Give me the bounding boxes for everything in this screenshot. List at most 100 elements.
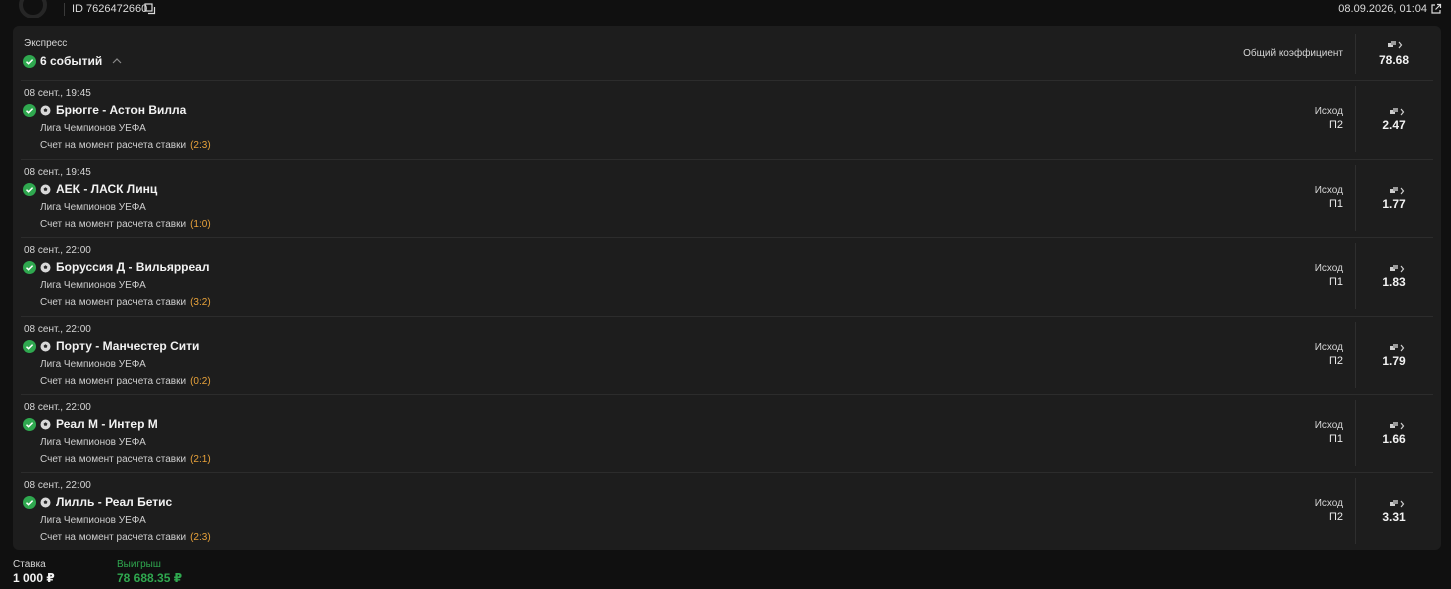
score-label: Счет на момент расчета ставки bbox=[40, 297, 187, 308]
score-label: Счет на момент расчета ставки bbox=[40, 454, 187, 465]
divider bbox=[21, 80, 1433, 81]
external-link-icon[interactable] bbox=[1430, 3, 1442, 15]
soccer-ball-icon bbox=[40, 497, 51, 507]
check-circle-icon bbox=[23, 339, 36, 353]
score-value: (0:2) bbox=[190, 376, 211, 387]
event-score: Счет на момент расчета ставки (2:1) bbox=[40, 454, 211, 465]
event-league: Лига Чемпионов УЕФА bbox=[40, 280, 146, 291]
outcome-value: П2 bbox=[1328, 355, 1343, 367]
coefficient-icon bbox=[1390, 187, 1405, 195]
event-row: 08 сент., 22:00 Лилль - Реал Бетис Лига … bbox=[13, 472, 1441, 550]
check-circle-icon bbox=[23, 54, 36, 68]
score-value: (2:3) bbox=[190, 532, 211, 543]
outcome-value: П2 bbox=[1328, 119, 1343, 131]
stake-value: 1 000 ₽ bbox=[13, 571, 55, 585]
chevron-up-icon[interactable] bbox=[112, 57, 122, 65]
event-match: АЕК - ЛАСК Линц bbox=[23, 181, 157, 197]
event-time: 08 сент., 22:00 bbox=[24, 324, 91, 335]
event-teams[interactable]: Боруссия Д - Вильярреал bbox=[56, 260, 209, 274]
event-score: Счет на момент расчета ставки (1:0) bbox=[40, 219, 211, 230]
coefficient-icon bbox=[1390, 422, 1405, 430]
divider bbox=[1355, 478, 1356, 544]
event-coefficient: 1.77 bbox=[1382, 197, 1406, 211]
event-count: 6 событий bbox=[40, 54, 103, 68]
event-row: 08 сент., 19:45 АЕК - ЛАСК Линц Лига Чем… bbox=[13, 159, 1441, 237]
bet-datetime: 08.09.2026, 01:04 bbox=[1338, 3, 1427, 15]
divider bbox=[1355, 322, 1356, 388]
soccer-ball-icon bbox=[40, 419, 51, 429]
event-match: Порту - Манчестер Сити bbox=[23, 338, 199, 354]
event-teams[interactable]: Порту - Манчестер Сити bbox=[56, 339, 199, 353]
total-coefficient-label: Общий коэффициент bbox=[1243, 48, 1343, 59]
score-value: (1:0) bbox=[190, 219, 211, 230]
event-coefficient: 1.66 bbox=[1382, 432, 1406, 446]
event-time: 08 сент., 19:45 bbox=[24, 88, 91, 99]
outcome-value: П1 bbox=[1328, 433, 1343, 445]
event-league: Лига Чемпионов УЕФА bbox=[40, 359, 146, 370]
event-league: Лига Чемпионов УЕФА bbox=[40, 202, 146, 213]
soccer-ball-icon bbox=[40, 341, 51, 351]
event-teams[interactable]: Реал М - Интер М bbox=[56, 417, 158, 431]
event-match: Боруссия Д - Вильярреал bbox=[23, 259, 209, 275]
event-score: Счет на момент расчета ставки (3:2) bbox=[40, 297, 211, 308]
divider bbox=[21, 159, 1433, 160]
score-value: (3:2) bbox=[190, 297, 211, 308]
event-match: Брюгге - Астон Вилла bbox=[23, 102, 186, 118]
event-coefficient: 3.31 bbox=[1382, 510, 1406, 524]
stake-label: Ставка bbox=[13, 559, 46, 570]
divider bbox=[21, 237, 1433, 238]
event-row: 08 сент., 19:45 Брюгге - Астон Вилла Лиг… bbox=[13, 80, 1441, 158]
win-label: Выигрыш bbox=[117, 559, 161, 570]
event-score: Счет на момент расчета ставки (2:3) bbox=[40, 140, 211, 151]
divider bbox=[1355, 400, 1356, 466]
logo-icon bbox=[19, 0, 47, 18]
divider bbox=[21, 394, 1433, 395]
event-time: 08 сент., 22:00 bbox=[24, 245, 91, 256]
soccer-ball-icon bbox=[40, 262, 51, 272]
divider bbox=[21, 472, 1433, 473]
outcome-value: П2 bbox=[1328, 511, 1343, 523]
event-league: Лига Чемпионов УЕФА bbox=[40, 515, 146, 526]
check-circle-icon bbox=[23, 182, 36, 196]
copy-icon[interactable] bbox=[144, 3, 156, 15]
event-teams[interactable]: Брюгге - Астон Вилла bbox=[56, 103, 186, 117]
check-circle-icon bbox=[23, 417, 36, 431]
event-league: Лига Чемпионов УЕФА bbox=[40, 123, 146, 134]
divider bbox=[1355, 165, 1356, 231]
coefficient-icon bbox=[1390, 344, 1405, 352]
bet-id: ID 7626472660 bbox=[72, 3, 148, 15]
soccer-ball-icon bbox=[40, 184, 51, 194]
outcome-label: Исход bbox=[1314, 498, 1343, 509]
divider bbox=[64, 3, 65, 16]
outcome-label: Исход bbox=[1314, 185, 1343, 196]
express-summary[interactable]: 6 событий bbox=[23, 53, 122, 69]
event-teams[interactable]: Лилль - Реал Бетис bbox=[56, 495, 172, 509]
bet-footer: Ставка 1 000 ₽ Выигрыш 78 688.35 ₽ bbox=[0, 556, 1451, 589]
outcome-value: П1 bbox=[1328, 276, 1343, 288]
coefficient-icon bbox=[1388, 41, 1403, 49]
outcome-value: П1 bbox=[1328, 198, 1343, 210]
score-label: Счет на момент расчета ставки bbox=[40, 140, 187, 151]
event-score: Счет на момент расчета ставки (2:3) bbox=[40, 532, 211, 543]
event-teams[interactable]: АЕК - ЛАСК Линц bbox=[56, 182, 157, 196]
score-label: Счет на момент расчета ставки bbox=[40, 219, 187, 230]
soccer-ball-icon bbox=[40, 105, 51, 115]
express-label: Экспресс bbox=[24, 38, 68, 49]
express-header[interactable]: Экспресс 6 событий Общий коэффициент 78.… bbox=[13, 26, 1441, 80]
check-circle-icon bbox=[23, 103, 36, 117]
event-coefficient: 1.79 bbox=[1382, 354, 1406, 368]
event-row: 08 сент., 22:00 Боруссия Д - Вильярреал … bbox=[13, 237, 1441, 315]
event-match: Лилль - Реал Бетис bbox=[23, 494, 172, 510]
divider bbox=[1355, 243, 1356, 309]
top-bar: ID 7626472660 08.09.2026, 01:04 bbox=[0, 0, 1451, 20]
outcome-label: Исход bbox=[1314, 106, 1343, 117]
check-circle-icon bbox=[23, 495, 36, 509]
score-label: Счет на момент расчета ставки bbox=[40, 376, 187, 387]
score-label: Счет на момент расчета ставки bbox=[40, 532, 187, 543]
outcome-label: Исход bbox=[1314, 263, 1343, 274]
event-time: 08 сент., 22:00 bbox=[24, 402, 91, 413]
divider bbox=[1355, 34, 1356, 74]
event-league: Лига Чемпионов УЕФА bbox=[40, 437, 146, 448]
event-score: Счет на момент расчета ставки (0:2) bbox=[40, 376, 211, 387]
divider bbox=[1355, 86, 1356, 152]
